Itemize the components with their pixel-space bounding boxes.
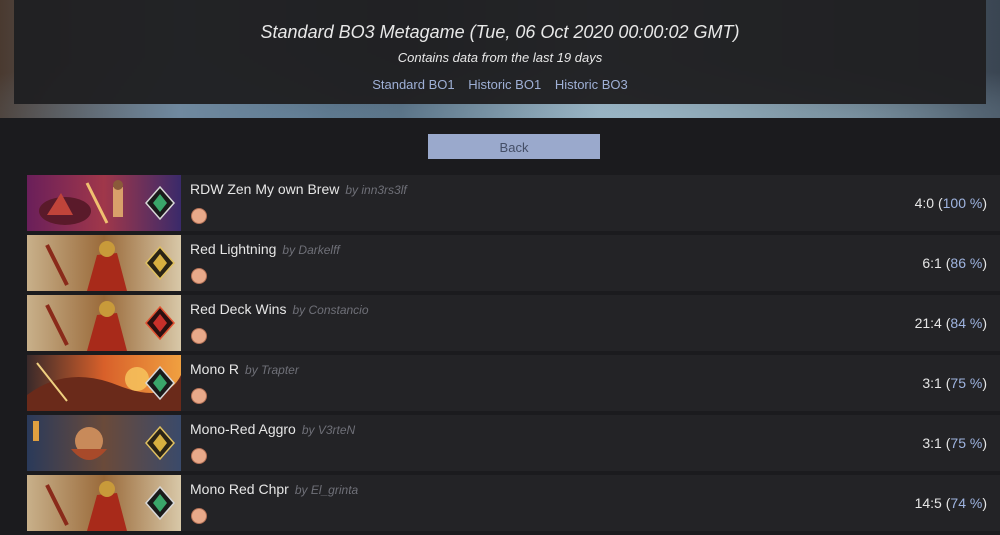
record-value: 4:0 <box>914 195 935 211</box>
deck-title: Mono Red Chpr by El_grinta <box>190 481 358 497</box>
link-historic-bo3[interactable]: Historic BO3 <box>555 77 628 92</box>
deck-row[interactable]: Mono-Red Aggro by V3rteN 3:1 (75 %) <box>27 415 1000 471</box>
win-loss-record: 3:1 (75 %) <box>922 435 987 451</box>
win-loss-record: 14:5 (74 %) <box>914 495 987 511</box>
deck-art-thumbnail <box>27 295 181 351</box>
deck-author: by El_grinta <box>294 483 359 497</box>
format-links: Standard BO1 Historic BO1 Historic BO3 <box>0 77 1000 92</box>
record-value: 14:5 <box>914 495 942 511</box>
emerald-rank-icon <box>145 366 175 400</box>
win-loss-record: 21:4 (84 %) <box>914 315 987 331</box>
record-value: 3:1 <box>922 435 942 451</box>
win-percent: 75 % <box>950 435 983 451</box>
red-mana-icon <box>191 328 207 344</box>
record-value: 6:1 <box>922 255 942 271</box>
emerald-rank-icon <box>145 486 175 520</box>
deck-title: RDW Zen My own Brew by inn3rs3lf <box>190 181 407 197</box>
deck-author: by Darkelff <box>282 243 340 257</box>
red-mana-icon <box>191 448 207 464</box>
page-title: Standard BO3 Metagame (Tue, 06 Oct 2020 … <box>260 22 740 42</box>
record-value: 21:4 <box>914 315 942 331</box>
deck-list: RDW Zen My own Brew by inn3rs3lf 4:0 (100… <box>27 175 1000 535</box>
deck-title: Mono-Red Aggro by V3rteN <box>190 421 355 437</box>
deck-name[interactable]: RDW Zen My own Brew <box>190 181 339 197</box>
deck-row[interactable]: Red Lightning by Darkelff 6:1 (86 %) <box>27 235 1000 291</box>
link-historic-bo1[interactable]: Historic BO1 <box>468 77 541 92</box>
emerald-rank-icon <box>145 186 175 220</box>
red-mana-icon <box>191 508 207 524</box>
mythic-rank-icon <box>145 306 175 340</box>
back-button[interactable]: Back <box>428 134 600 159</box>
deck-row[interactable]: Red Deck Wins by Constancio 21:4 (84 %) <box>27 295 1000 351</box>
deck-name[interactable]: Mono-Red Aggro <box>190 421 296 437</box>
deck-name[interactable]: Red Lightning <box>190 241 276 257</box>
deck-title: Mono R by Trapter <box>190 361 299 377</box>
red-mana-icon <box>191 268 207 284</box>
deck-author: by V3rteN <box>301 423 356 437</box>
win-loss-record: 3:1 (75 %) <box>922 375 987 391</box>
win-percent: 74 % <box>950 495 983 511</box>
deck-author: by Constancio <box>292 303 369 317</box>
deck-name[interactable]: Mono Red Chpr <box>190 481 289 497</box>
red-mana-icon <box>191 208 207 224</box>
deck-row[interactable]: Mono Red Chpr by El_grinta 14:5 (74 %) <box>27 475 1000 531</box>
win-loss-record: 6:1 (86 %) <box>922 255 987 271</box>
gold-rank-icon <box>145 246 175 280</box>
gold-rank-icon <box>145 426 175 460</box>
deck-title: Red Lightning by Darkelff <box>190 241 340 257</box>
deck-title: Red Deck Wins by Constancio <box>190 301 369 317</box>
link-standard-bo1[interactable]: Standard BO1 <box>372 77 454 92</box>
deck-art-thumbnail <box>27 475 181 531</box>
deck-art-thumbnail <box>27 415 181 471</box>
deck-author: by inn3rs3lf <box>345 183 407 197</box>
deck-row[interactable]: Mono R by Trapter 3:1 (75 %) <box>27 355 1000 411</box>
deck-author: by Trapter <box>245 363 299 377</box>
win-percent: 100 % <box>942 195 983 211</box>
win-loss-record: 4:0 (100 %) <box>914 195 987 211</box>
win-percent: 75 % <box>950 375 983 391</box>
deck-art-thumbnail <box>27 355 181 411</box>
win-percent: 84 % <box>950 315 983 331</box>
deck-art-thumbnail <box>27 235 181 291</box>
page-subtitle: Contains data from the last 19 days <box>397 50 603 65</box>
deck-art-thumbnail <box>27 175 181 231</box>
deck-row[interactable]: RDW Zen My own Brew by inn3rs3lf 4:0 (100… <box>27 175 1000 231</box>
win-percent: 86 % <box>950 255 983 271</box>
red-mana-icon <box>191 388 207 404</box>
deck-name[interactable]: Mono R <box>190 361 239 377</box>
record-value: 3:1 <box>922 375 942 391</box>
deck-name[interactable]: Red Deck Wins <box>190 301 286 317</box>
